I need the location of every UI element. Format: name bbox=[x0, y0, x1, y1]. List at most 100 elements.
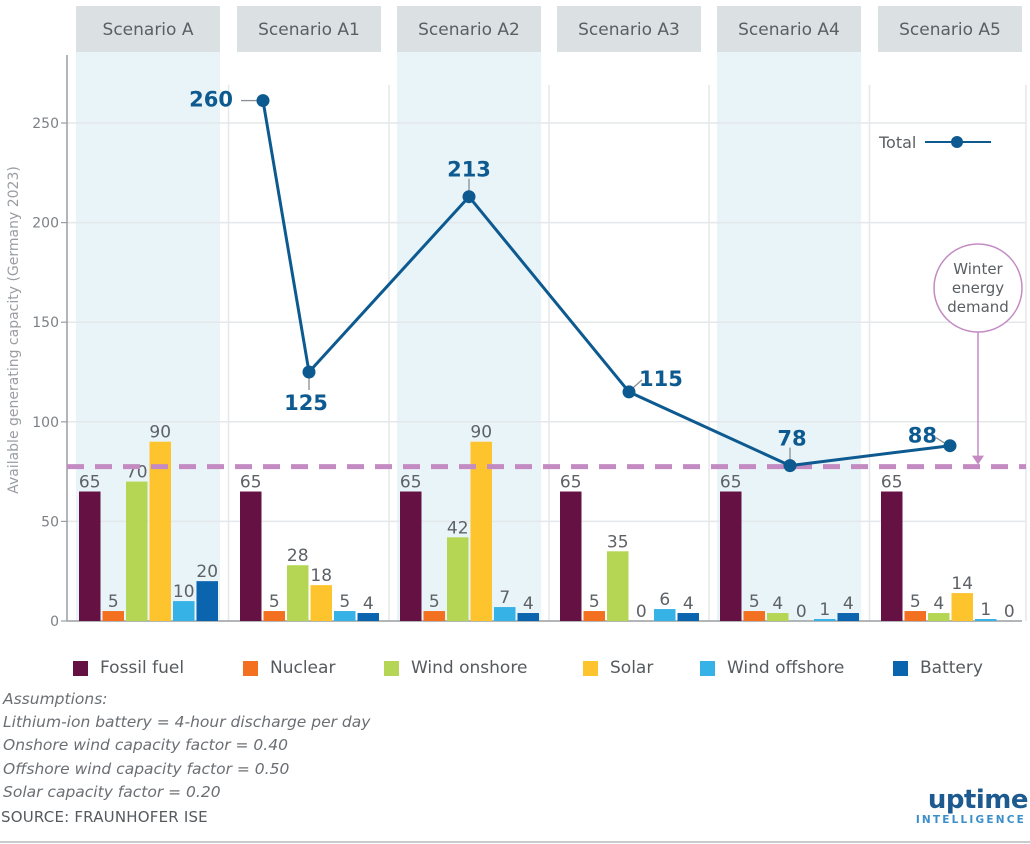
bottom-divider bbox=[0, 841, 1030, 843]
total-value-label: 213 bbox=[447, 158, 491, 182]
scenario-header-label: Scenario A1 bbox=[258, 20, 360, 40]
total-point bbox=[622, 385, 636, 399]
legend-label: Nuclear bbox=[270, 658, 336, 678]
winter-demand-callout-label: demand bbox=[947, 298, 1009, 316]
legend-label: Battery bbox=[920, 658, 983, 678]
total-point bbox=[302, 365, 316, 379]
bar-value-label: 1 bbox=[819, 600, 830, 620]
bar-battery bbox=[837, 613, 859, 621]
bar-fossil-fuel bbox=[400, 491, 422, 621]
legend-swatch bbox=[73, 660, 88, 676]
bar-wind-onshore bbox=[767, 613, 789, 621]
bar-value-label: 14 bbox=[951, 574, 973, 594]
y-tick-label: 50 bbox=[41, 514, 59, 530]
bar-value-label: 35 bbox=[607, 532, 629, 552]
bar-value-label: 28 bbox=[287, 546, 309, 566]
legend-swatch bbox=[243, 660, 258, 676]
total-label-leader bbox=[935, 437, 945, 444]
total-line-legend: Total bbox=[878, 133, 991, 152]
source-credit: SOURCE: FRAUNHOFER ISE bbox=[1, 808, 208, 826]
y-axis-label: Available generating capacity (Germany 2… bbox=[6, 166, 22, 494]
bar-value-label: 65 bbox=[560, 473, 582, 493]
legend-swatch bbox=[384, 660, 399, 676]
y-tick-label: 250 bbox=[32, 116, 59, 132]
bar-value-label: 4 bbox=[683, 594, 694, 614]
assumptions-notes: Assumptions: Lithium-ion battery = 4-hou… bbox=[3, 688, 370, 804]
bar-wind-onshore bbox=[287, 565, 309, 621]
bar-value-label: 4 bbox=[843, 594, 854, 614]
total-point bbox=[462, 190, 476, 204]
bar-fossil-fuel bbox=[560, 491, 582, 621]
bar-value-label: 65 bbox=[881, 473, 903, 493]
chart: Scenario A Scenario A1 Scenario A2 Scenario… bbox=[6, 6, 1027, 630]
legend-item-wind-offshore: Wind offshore bbox=[700, 658, 844, 678]
scenario-header-label: Scenario A bbox=[103, 20, 194, 40]
scenario-headers: Scenario A Scenario A1 Scenario A2 Scenario… bbox=[76, 6, 1022, 52]
bar-value-label: 5 bbox=[429, 592, 440, 612]
bar-value-label: 4 bbox=[772, 594, 783, 614]
bar-wind-onshore bbox=[126, 481, 148, 621]
bar-fossil-fuel bbox=[720, 491, 742, 621]
total-point bbox=[256, 94, 270, 108]
total-legend-marker bbox=[951, 136, 963, 148]
bar-value-label: 20 bbox=[196, 562, 218, 582]
legend-label: Wind offshore bbox=[727, 658, 845, 678]
assumption-line: Onshore wind capacity factor = 0.40 bbox=[3, 736, 288, 755]
total-value-label: 88 bbox=[908, 424, 937, 448]
legend-item-fossil-fuel: Fossil fuel bbox=[73, 658, 184, 678]
bar-fossil-fuel bbox=[881, 491, 903, 621]
y-tick-label: 100 bbox=[32, 415, 59, 431]
uptime-intelligence-logo: uptime INTELLIGENCE bbox=[896, 785, 1029, 826]
bar-value-label: 4 bbox=[523, 594, 534, 614]
total-point bbox=[943, 439, 957, 453]
bar-value-label: 18 bbox=[310, 566, 332, 586]
bar-wind-offshore bbox=[173, 601, 195, 621]
bar-value-label: 42 bbox=[447, 518, 469, 538]
bar-battery bbox=[677, 613, 699, 621]
y-tick-label: 0 bbox=[50, 614, 59, 630]
bar-value-label: 65 bbox=[79, 473, 101, 493]
bar-value-label: 5 bbox=[910, 592, 921, 612]
y-tick-label: 200 bbox=[32, 216, 59, 232]
bar-value-label: 5 bbox=[269, 592, 280, 612]
y-tick-label: 150 bbox=[32, 315, 59, 331]
bar-nuclear bbox=[423, 611, 445, 621]
bar-wind-offshore bbox=[654, 609, 676, 621]
bar-value-label: 4 bbox=[363, 594, 374, 614]
bar-value-label: 1 bbox=[980, 600, 991, 620]
bar-value-label: 5 bbox=[339, 592, 350, 612]
legend-swatch bbox=[700, 660, 715, 676]
assumption-line: Lithium-ion battery = 4-hour discharge p… bbox=[3, 713, 371, 732]
bar-value-label: 4 bbox=[933, 594, 944, 614]
legend-label: Wind onshore bbox=[411, 658, 528, 678]
legend-item-solar: Solar bbox=[583, 658, 653, 678]
total-value-label: 260 bbox=[189, 88, 233, 112]
assumptions-heading: Assumptions: bbox=[3, 690, 108, 708]
bar-wind-offshore bbox=[494, 607, 516, 621]
logo-subtitle: INTELLIGENCE bbox=[915, 814, 1026, 826]
legend: Fossil fuel Nuclear Wind onshore Solar Wind … bbox=[0, 658, 1030, 684]
bar-value-label: 65 bbox=[720, 473, 742, 493]
bar-nuclear bbox=[743, 611, 765, 621]
bar-battery bbox=[196, 581, 218, 621]
bar-fossil-fuel bbox=[79, 491, 101, 621]
logo-wordmark: uptime bbox=[927, 785, 1029, 815]
scenario-header-label: Scenario A5 bbox=[899, 20, 1001, 40]
bar-wind-onshore bbox=[928, 613, 950, 621]
bar-nuclear bbox=[263, 611, 285, 621]
legend-item-battery: Battery bbox=[893, 658, 983, 678]
bar-fossil-fuel bbox=[240, 491, 262, 621]
legend-label: Fossil fuel bbox=[100, 658, 185, 678]
total-value-label: 125 bbox=[284, 391, 328, 415]
winter-demand-callout-label: Winter bbox=[953, 260, 1003, 278]
bar-value-label: 0 bbox=[1004, 602, 1015, 622]
bar-value-label: 5 bbox=[108, 592, 119, 612]
scenario-header-label: Scenario A4 bbox=[738, 20, 840, 40]
bar-value-label: 6 bbox=[659, 590, 670, 610]
bar-solar bbox=[951, 593, 973, 621]
bar-nuclear bbox=[904, 611, 926, 621]
bar-nuclear bbox=[102, 611, 124, 621]
bar-value-label: 5 bbox=[749, 592, 760, 612]
bar-solar bbox=[310, 585, 332, 621]
bar-wind-onshore bbox=[607, 551, 629, 621]
